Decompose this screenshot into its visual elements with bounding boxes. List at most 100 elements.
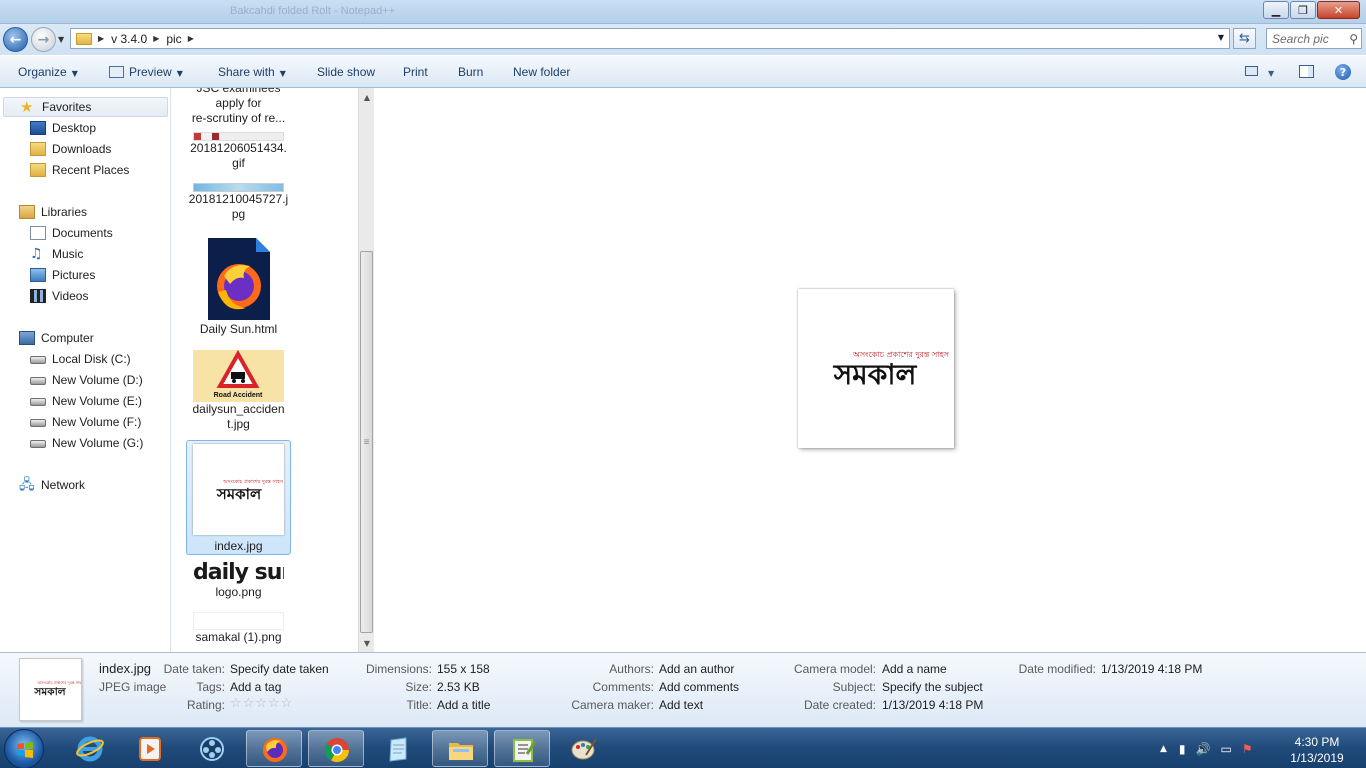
navigation-pane: ★ Favorites Desktop Downloads Recent Plac…	[0, 88, 171, 652]
star-icon[interactable]: ☆	[268, 696, 281, 711]
taskbar-media-center[interactable]	[184, 730, 240, 767]
taskbar-chrome[interactable]	[308, 730, 364, 767]
camera-model-field[interactable]: Add a name	[882, 662, 947, 676]
folder-icon	[76, 32, 92, 45]
recent-places-icon	[30, 163, 46, 177]
network-tray-icon[interactable]: ▭	[1220, 742, 1231, 756]
rating-stars[interactable]: ☆☆☆☆☆	[230, 696, 293, 711]
nav-label: Pictures	[52, 268, 96, 282]
taskbar-notes[interactable]	[370, 730, 426, 767]
file-item[interactable]: Road Accident dailysun_acciden t.jpg	[186, 350, 291, 432]
search-icon[interactable]: ⚲	[1349, 32, 1358, 46]
nav-computer[interactable]: Computer	[19, 328, 94, 348]
new-folder-button[interactable]: New folder	[513, 65, 570, 79]
recent-pages-dropdown[interactable]: ▼	[58, 35, 64, 44]
taskbar-internet-explorer[interactable]	[62, 730, 118, 767]
nav-network[interactable]: 🖧 Network	[19, 475, 85, 495]
maximize-button[interactable]: ❐	[1290, 1, 1316, 19]
file-item-selected[interactable]: অসংকোচ প্রকাশের দুরন্ত সাহস সমকাল index.…	[186, 440, 291, 555]
nav-music[interactable]: ♫ Music	[30, 244, 83, 264]
nav-label: Videos	[52, 289, 89, 303]
power-icon[interactable]: ▮	[1179, 742, 1186, 756]
star-icon[interactable]: ☆	[281, 696, 294, 711]
detail-label: Camera maker:	[571, 698, 654, 712]
share-with-menu[interactable]: Share with ▼	[218, 65, 286, 79]
nav-videos[interactable]: Videos	[30, 286, 88, 306]
paint-icon	[571, 738, 597, 760]
music-icon: ♫	[30, 246, 43, 262]
subject-field[interactable]: Specify the subject	[882, 680, 983, 694]
star-icon[interactable]: ☆	[230, 696, 243, 711]
volume-icon[interactable]: 🔊	[1196, 742, 1211, 756]
nav-pictures[interactable]: Pictures	[30, 265, 95, 285]
search-box[interactable]: ⚲	[1266, 28, 1362, 49]
taskbar: ▲ ▮ 🔊 ▭ ⚑ 4:30 PM 1/13/2019	[0, 727, 1366, 768]
scroll-down-icon[interactable]: ▼	[359, 635, 375, 651]
taskbar-windows-explorer[interactable]	[432, 730, 488, 767]
star-icon[interactable]: ☆	[255, 696, 268, 711]
chevron-right-icon[interactable]: ▶	[188, 34, 194, 43]
file-item[interactable]: 20181210045727.j pg	[186, 183, 291, 222]
nav-recent-places[interactable]: Recent Places	[30, 160, 129, 180]
action-center-icon[interactable]: ⚑	[1242, 742, 1253, 756]
chevron-right-icon[interactable]: ▶	[153, 34, 159, 43]
chevron-right-icon[interactable]: ▶	[98, 34, 104, 43]
camera-maker-field[interactable]: Add text	[659, 698, 703, 712]
date-taken-field[interactable]: Specify date taken	[230, 662, 329, 676]
file-item[interactable]: Daily Sun.html	[186, 236, 291, 337]
refresh-button[interactable]: ⇆	[1233, 28, 1256, 49]
taskbar-notepad-plus[interactable]	[494, 730, 550, 767]
nav-label: Network	[41, 478, 86, 492]
scrollbar-thumb[interactable]: ≡	[360, 251, 373, 633]
nav-local-disk-c[interactable]: Local Disk (C:)	[30, 349, 131, 369]
nav-documents[interactable]: Documents	[30, 223, 113, 243]
nav-libraries[interactable]: Libraries	[19, 202, 87, 222]
preview-menu[interactable]: Preview ▼	[109, 65, 183, 79]
file-item[interactable]: JSC examinees apply for re-scrutiny of r…	[186, 88, 291, 126]
nav-volume-g[interactable]: New Volume (G:)	[30, 433, 143, 453]
nav-desktop[interactable]: Desktop	[30, 118, 96, 138]
burn-button[interactable]: Burn	[458, 65, 483, 79]
change-view-button[interactable]: ▼	[1245, 65, 1274, 79]
taskbar-firefox[interactable]	[246, 730, 302, 767]
taskbar-paint[interactable]	[556, 730, 612, 767]
title-field[interactable]: Add a title	[437, 698, 490, 712]
preview-pane: অসংকোচ প্রকাশের দুরন্ত সাহস সমকাল	[375, 88, 1366, 652]
minimize-button[interactable]: ▁	[1263, 1, 1289, 19]
comments-field[interactable]: Add comments	[659, 680, 739, 694]
breadcrumb-item[interactable]: v 3.4.0	[111, 32, 147, 46]
close-button[interactable]: ✕	[1317, 1, 1360, 19]
file-name-line: dailysun_acciden	[192, 402, 285, 416]
file-item[interactable]: daily sun logo.png	[186, 560, 291, 600]
file-list-scrollbar[interactable]: ▲ ≡ ▼	[358, 88, 374, 652]
file-list: JSC examinees apply for re-scrutiny of r…	[172, 88, 358, 652]
nav-downloads[interactable]: Downloads	[30, 139, 111, 159]
address-bar[interactable]: ▶ v 3.4.0 ▶ pic ▶ ▼	[70, 28, 1230, 49]
nav-favorites[interactable]: ★ Favorites	[3, 97, 168, 117]
help-button[interactable]: ?	[1335, 64, 1351, 80]
organize-menu[interactable]: Organize ▼	[18, 65, 78, 79]
search-input[interactable]	[1272, 31, 1342, 46]
breadcrumb-item[interactable]: pic	[166, 32, 181, 46]
file-item[interactable]: 20181206051434. gif	[186, 132, 291, 171]
tags-field[interactable]: Add a tag	[230, 680, 281, 694]
slide-show-button[interactable]: Slide show	[317, 65, 375, 79]
back-button[interactable]: ←	[3, 27, 28, 52]
drive-icon	[30, 377, 46, 385]
nav-volume-d[interactable]: New Volume (D:)	[30, 370, 143, 390]
forward-button[interactable]: →	[31, 27, 56, 52]
print-button[interactable]: Print	[403, 65, 428, 79]
size-value: 2.53 KB	[437, 680, 480, 694]
start-button[interactable]	[4, 729, 44, 768]
nav-volume-e[interactable]: New Volume (E:)	[30, 391, 142, 411]
authors-field[interactable]: Add an author	[659, 662, 734, 676]
taskbar-media-player[interactable]	[122, 730, 178, 767]
file-item[interactable]: samakal (1).png	[186, 612, 291, 645]
address-dropdown-icon[interactable]: ▼	[1218, 33, 1224, 42]
nav-volume-f[interactable]: New Volume (F:)	[30, 412, 141, 432]
show-hidden-icons-icon[interactable]: ▲	[1160, 744, 1167, 754]
star-icon[interactable]: ☆	[243, 696, 256, 711]
scroll-up-icon[interactable]: ▲	[359, 89, 375, 105]
preview-pane-button[interactable]	[1299, 65, 1314, 81]
clock[interactable]: 4:30 PM 1/13/2019	[1282, 734, 1352, 766]
